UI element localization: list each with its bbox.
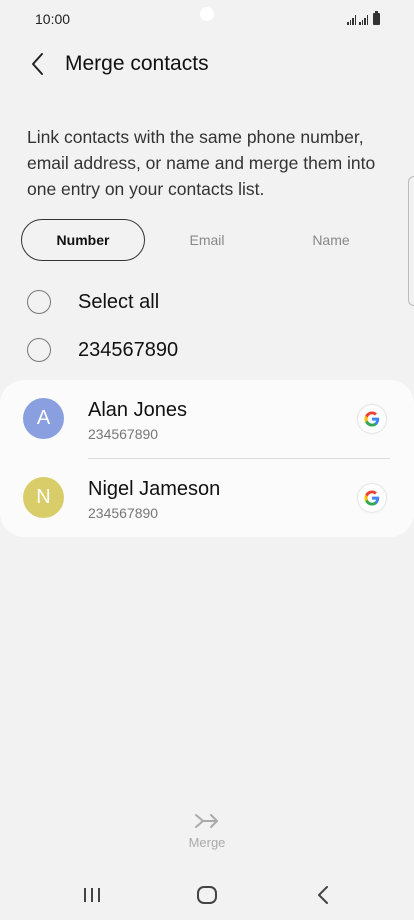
contact-name: Alan Jones — [88, 399, 187, 421]
contact-phone: 234567890 — [88, 505, 159, 521]
list-item[interactable]: N Nigel Jameson 234567890 — [0, 459, 414, 537]
select-all-row[interactable]: Select all — [27, 287, 387, 317]
merge-button[interactable]: Merge — [177, 810, 237, 858]
select-all-checkbox[interactable] — [27, 290, 51, 314]
list-item[interactable]: A Alan Jones 234567890 — [0, 380, 414, 459]
recents-icon — [84, 888, 100, 902]
group-row[interactable]: 234567890 — [27, 335, 387, 365]
back-button[interactable] — [22, 48, 52, 80]
system-nav-bar — [0, 870, 414, 920]
google-account-badge — [358, 405, 386, 433]
home-icon — [197, 886, 217, 904]
contact-phone: 234567890 — [88, 426, 159, 442]
app-header: Merge contacts — [0, 44, 414, 84]
contact-name: Nigel Jameson — [88, 478, 221, 500]
google-icon — [364, 490, 380, 506]
signal-icon — [359, 15, 368, 25]
select-all-label: Select all — [78, 290, 160, 313]
group-label: 234567890 — [78, 338, 179, 361]
system-back-button[interactable] — [303, 882, 343, 908]
camera-cutout — [200, 7, 214, 21]
contacts-card: A Alan Jones 234567890 N Nigel Jameson 2… — [0, 380, 414, 537]
tab-number[interactable]: Number — [21, 219, 145, 261]
avatar: N — [23, 477, 64, 518]
avatar: A — [23, 398, 64, 439]
chevron-left-icon — [32, 53, 43, 75]
page-title: Merge contacts — [65, 52, 209, 75]
google-account-badge — [358, 484, 386, 512]
description-text: Link contacts with the same phone number… — [27, 127, 376, 199]
home-button[interactable] — [187, 882, 227, 908]
merge-arrow-icon — [195, 814, 218, 828]
merge-label: Merge — [188, 835, 226, 850]
group-checkbox[interactable] — [27, 338, 51, 362]
tab-name[interactable]: Name — [269, 219, 393, 261]
google-icon — [364, 411, 380, 427]
filter-tabs: Number Email Name — [21, 219, 393, 261]
scroll-handle[interactable] — [408, 176, 414, 306]
status-icons — [347, 11, 380, 25]
status-bar: 10:00 — [0, 0, 414, 40]
recents-button[interactable] — [72, 882, 112, 908]
signal-icon — [347, 15, 356, 25]
back-icon — [318, 886, 328, 904]
battery-icon — [373, 11, 380, 25]
status-time: 10:00 — [35, 11, 71, 27]
tab-email[interactable]: Email — [145, 219, 269, 261]
